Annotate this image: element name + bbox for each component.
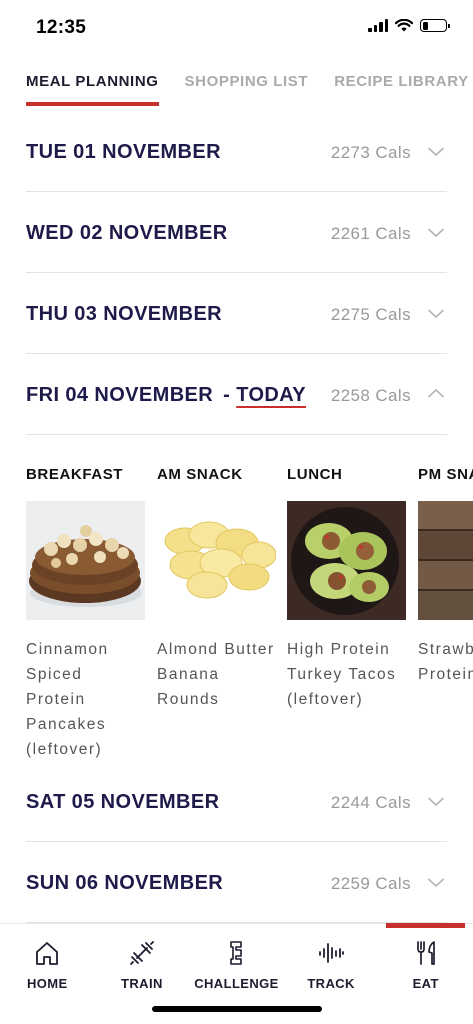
status-time: 12:35 <box>36 17 87 38</box>
fork-knife-icon <box>412 939 440 967</box>
meal-type-label: AM SNACK <box>157 466 243 483</box>
battery-icon <box>420 19 450 32</box>
home-indicator <box>152 1006 322 1012</box>
dumbbell-icon <box>128 939 156 967</box>
wifi-icon <box>395 19 413 32</box>
day-label: FRI 04 NOVEMBER - TODAY <box>26 384 306 407</box>
tab-meal-planning[interactable]: MEAL PLANNING <box>26 70 159 106</box>
banana-slices-photo[interactable] <box>157 501 276 620</box>
day-row-fri-today[interactable]: FRI 04 NOVEMBER - TODAY 2258 Cals <box>26 354 447 435</box>
meals-carousel[interactable]: BREAKFAST Cinnamon Spiced Protein Pancak… <box>26 436 473 776</box>
chevron-down-icon <box>427 144 445 158</box>
status-bar: 12:35 <box>0 0 473 56</box>
wood-table-photo[interactable] <box>418 501 473 620</box>
nav-label: TRACK <box>307 976 355 991</box>
day-calories: 2261 Cals <box>330 224 411 243</box>
lettuce-tacos-photo[interactable] <box>287 501 406 620</box>
day-label: WED 02 NOVEMBER <box>26 222 228 244</box>
day-row-tue[interactable]: TUE 01 NOVEMBER 2273 Cals <box>26 111 447 192</box>
meal-card-lunch[interactable]: LUNCH High Protein Turkey Tacos (leftove… <box>287 436 406 712</box>
nav-label: CHALLENGE <box>194 976 279 991</box>
nav-label: TRAIN <box>121 976 163 991</box>
chevron-down-icon <box>427 794 445 808</box>
chevron-up-icon <box>427 387 445 401</box>
day-label-text: FRI 04 NOVEMBER <box>26 384 214 406</box>
battery-level <box>422 21 428 30</box>
day-calories: 2259 Cals <box>330 874 411 893</box>
chevron-down-icon <box>427 225 445 239</box>
meal-name: High Protein Turkey Tacos (leftover) <box>287 641 397 708</box>
nav-label: EAT <box>412 976 439 991</box>
day-calories: 2244 Cals <box>330 793 411 812</box>
day-label: SUN 06 NOVEMBER <box>26 872 224 894</box>
day-label: TUE 01 NOVEMBER <box>26 141 221 163</box>
pancakes-photo[interactable] <box>26 501 145 620</box>
day-row-sun[interactable]: SUN 06 NOVEMBER 2259 Cals <box>26 842 447 923</box>
nav-home[interactable]: HOME <box>0 924 95 1002</box>
today-separator: - <box>223 384 231 406</box>
meal-type-label: BREAKFAST <box>26 466 124 483</box>
meal-name: Strawberry Protein Shake <box>418 641 473 683</box>
day-label: THU 03 NOVEMBER <box>26 303 223 325</box>
home-icon <box>33 939 61 967</box>
tab-bar: MEAL PLANNING SHOPPING LIST RECIPE LIBRA… <box>26 70 473 106</box>
chevron-down-icon <box>427 306 445 320</box>
waveform-icon <box>317 939 345 967</box>
day-calories: 2273 Cals <box>330 143 411 162</box>
meal-card-pm-snack[interactable]: PM SNACK Strawberry Protein Shake <box>418 436 473 687</box>
tab-shopping-list[interactable]: SHOPPING LIST <box>185 70 309 106</box>
challenge-icon <box>222 939 250 967</box>
nav-track[interactable]: TRACK <box>284 924 379 1002</box>
day-label: SAT 05 NOVEMBER <box>26 791 220 813</box>
day-calories: 2275 Cals <box>330 305 411 324</box>
day-row-wed[interactable]: WED 02 NOVEMBER 2261 Cals <box>26 192 447 273</box>
day-calories: 2258 Cals <box>330 386 411 405</box>
tab-recipe-library[interactable]: RECIPE LIBRARY <box>334 70 469 106</box>
nav-train[interactable]: TRAIN <box>95 924 190 1002</box>
nav-label: HOME <box>26 976 68 991</box>
chevron-down-icon <box>427 875 445 889</box>
nav-challenge[interactable]: CHALLENGE <box>189 924 284 1002</box>
day-row-thu[interactable]: THU 03 NOVEMBER 2275 Cals <box>26 273 447 354</box>
meal-card-am-snack[interactable]: AM SNACK Almond Butter Banana Rounds <box>157 436 276 712</box>
status-icons <box>368 19 450 32</box>
meal-card-breakfast[interactable]: BREAKFAST Cinnamon Spiced Protein Pancak… <box>26 436 145 762</box>
cellular-signal-icon <box>368 19 388 32</box>
meal-type-label: LUNCH <box>287 466 343 483</box>
today-badge: TODAY <box>236 384 306 406</box>
meal-name: Cinnamon Spiced Protein Pancakes (leftov… <box>26 641 109 758</box>
day-row-sat[interactable]: SAT 05 NOVEMBER 2244 Cals <box>26 761 447 842</box>
meal-name: Almond Butter Banana Rounds <box>157 641 275 708</box>
meal-type-label: PM SNACK <box>418 466 473 483</box>
nav-eat[interactable]: EAT <box>378 923 473 1002</box>
